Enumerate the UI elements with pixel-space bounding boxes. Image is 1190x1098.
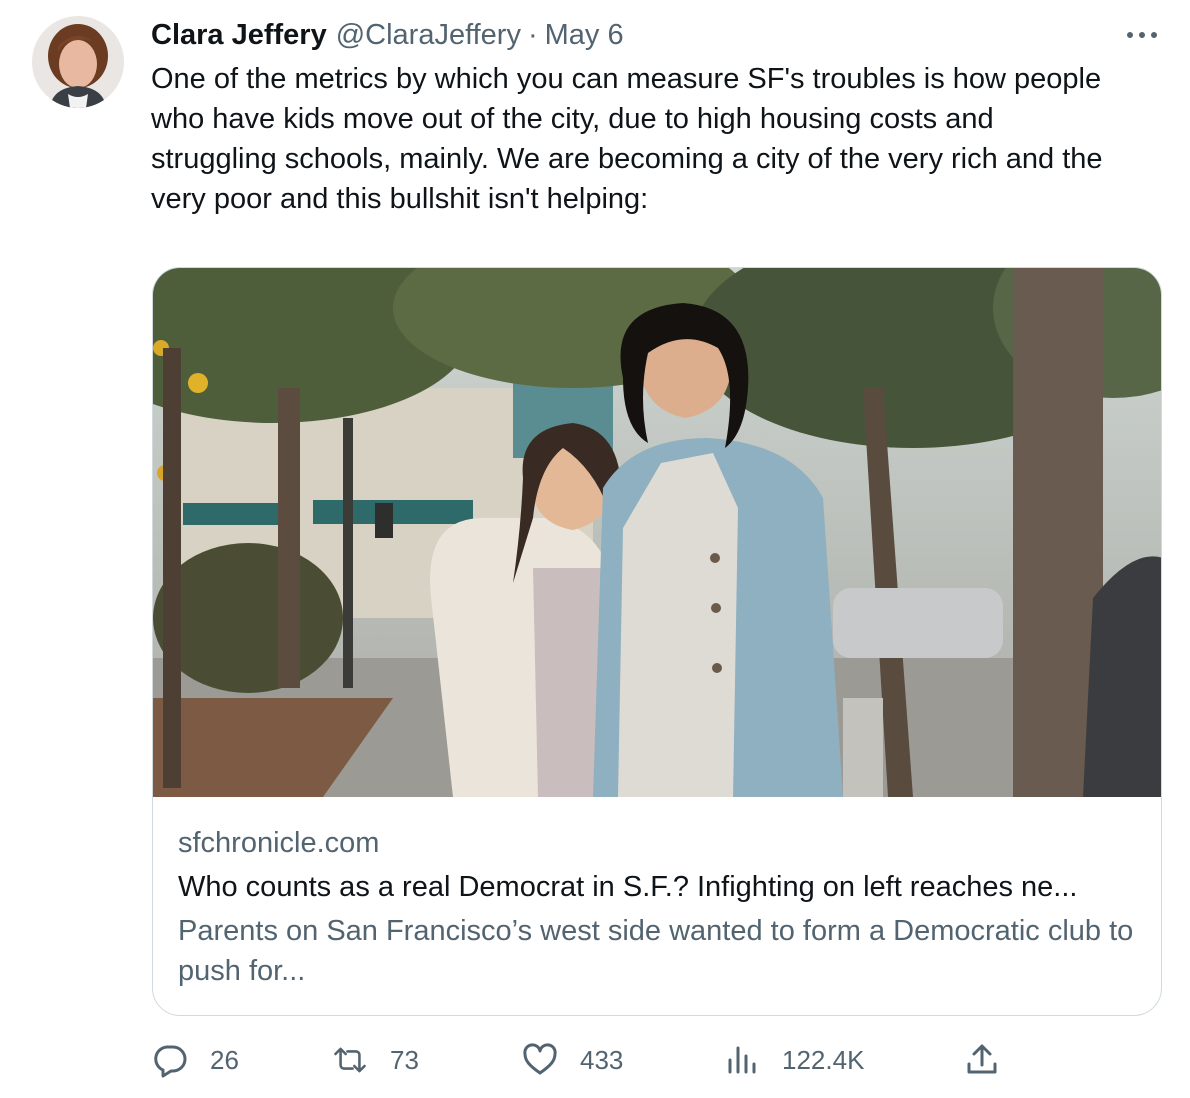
link-card[interactable]: sfchronicle.com Who counts as a real Dem…	[152, 267, 1162, 1016]
tweet-date[interactable]: May 6	[545, 16, 624, 54]
reply-button[interactable]: 26	[152, 1038, 239, 1082]
header-separator: ·	[527, 19, 538, 51]
tweet[interactable]: Clara Jeffery @ClaraJeffery · May 6 One …	[0, 0, 1190, 1098]
share-icon	[964, 1042, 1000, 1078]
retweet-icon	[332, 1042, 368, 1078]
reply-count: 26	[210, 1044, 239, 1075]
card-image[interactable]	[153, 268, 1161, 797]
retweet-button[interactable]: 73	[332, 1038, 419, 1082]
author-name[interactable]: Clara Jeffery	[151, 16, 327, 54]
retweet-count: 73	[390, 1044, 419, 1075]
tweet-text: One of the metrics by which you can meas…	[151, 63, 1103, 215]
share-button[interactable]	[964, 1038, 1000, 1082]
heart-icon	[522, 1042, 558, 1078]
card-description: Parents on San Francisco’s west side wan…	[178, 915, 1134, 987]
more-dots-icon[interactable]	[1122, 22, 1162, 48]
card-domain: sfchronicle.com	[178, 827, 380, 859]
tweet-header: Clara Jeffery @ClaraJeffery · May 6	[151, 16, 624, 54]
like-count: 433	[580, 1044, 624, 1075]
action-bar: 26 73 433 122.4K	[152, 1038, 1012, 1082]
avatar[interactable]	[32, 16, 124, 108]
views-icon	[724, 1042, 760, 1078]
views-count: 122.4K	[782, 1044, 865, 1075]
views-button[interactable]: 122.4K	[724, 1038, 864, 1082]
author-handle[interactable]: @ClaraJeffery	[336, 16, 521, 54]
reply-icon	[152, 1042, 188, 1078]
card-body: sfchronicle.com Who counts as a real Dem…	[178, 823, 1136, 991]
card-title[interactable]: Who counts as a real Democrat in S.F.? I…	[178, 867, 1136, 907]
like-button[interactable]: 433	[522, 1038, 623, 1082]
